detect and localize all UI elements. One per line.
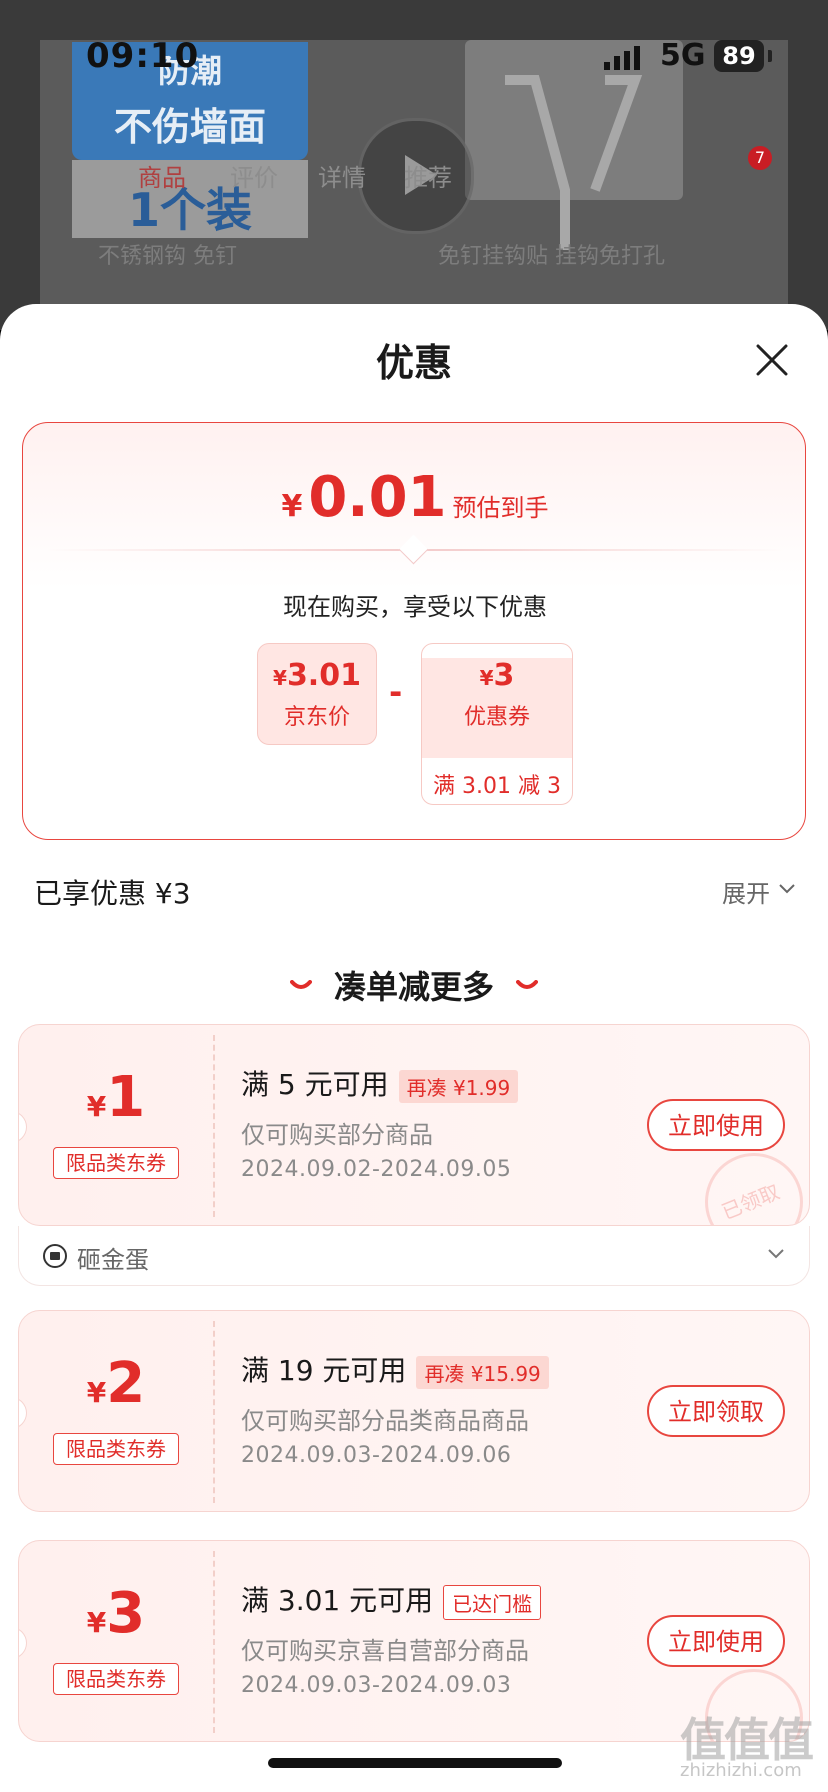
currency-symbol: ¥ <box>86 1090 107 1123</box>
coupon-date: 2024.09.03-2024.09.03 <box>241 1673 512 1698</box>
use-now-button[interactable]: 立即使用 <box>647 1099 785 1151</box>
cart-badge: 7 <box>748 146 772 170</box>
search-suggestions: 免钉挂钩贴 挂钩免打孔 <box>438 244 665 269</box>
coupon-discount-value: 3 <box>493 658 515 693</box>
currency-symbol: ¥ <box>273 666 287 690</box>
coupon-tag: 再凑 ¥1.99 <box>398 1069 519 1103</box>
chevron-down-icon[interactable] <box>778 882 796 896</box>
price-summary-card: ¥0.01 预估到手 现在购买，享受以下优惠 ¥3.01 京东价 - ¥3 优惠券… <box>22 422 806 840</box>
coupon-date: 2024.09.02-2024.09.05 <box>241 1157 512 1182</box>
coupon-condition-row: 满 19 元可用 再凑 ¥15.99 <box>241 1349 549 1389</box>
coupon-amount: ¥2 <box>19 1351 213 1416</box>
jd-price-box: ¥3.01 京东价 <box>257 643 377 745</box>
coupon-date: 2024.09.03-2024.09.06 <box>241 1443 512 1468</box>
expand-button[interactable]: 展开 <box>722 874 770 909</box>
network-type: 5G <box>660 38 706 73</box>
egg-icon <box>43 1244 67 1268</box>
currency-symbol: ¥ <box>479 666 494 690</box>
promo-line-2: 不伤墙面 <box>113 105 266 149</box>
tab-recommend[interactable]: 推荐 <box>404 158 452 193</box>
egg-label: 砸金蛋 <box>77 1246 149 1274</box>
decoration-icon <box>516 980 538 989</box>
coupon-scope: 仅可购买京喜自营部分商品 <box>241 1637 529 1665</box>
coupon-condition: 满 5 元可用 <box>241 1068 389 1101</box>
coupon-discount-condition: 满 3.01 减 3 <box>433 774 561 799</box>
estimated-price-note: 预估到手 <box>452 494 549 522</box>
coupon-card: ¥2 限品类东券 满 19 元可用 再凑 ¥15.99 仅可购买部分品类商品商品 … <box>18 1310 810 1512</box>
estimated-price-value: 0.01 <box>308 465 447 530</box>
search-text[interactable]: 不锈钢钩 免钉 <box>98 238 237 270</box>
currency-symbol: ¥ <box>86 1376 107 1409</box>
coupon-discount-label: 优惠券 <box>463 705 530 730</box>
chevron-down-icon[interactable] <box>767 1248 785 1260</box>
claimed-stamp: 已领取 <box>705 1153 803 1225</box>
section-title: 凑单减更多 <box>333 968 494 1006</box>
coupon-divider <box>213 1035 215 1217</box>
discount-sheet: 优惠 ¥0.01 预估到手 现在购买，享受以下优惠 ¥3.01 京东价 - ¥3 … <box>0 304 828 1792</box>
jd-price-label: 京东价 <box>283 705 350 730</box>
coupon-type-badge: 限品类东券 <box>53 1663 179 1695</box>
coupon-type-badge: 限品类东券 <box>53 1147 179 1179</box>
coupon-tag: 再凑 ¥15.99 <box>416 1355 549 1389</box>
claim-now-button[interactable]: 立即领取 <box>647 1385 785 1437</box>
watermark-url: zhizhizhi.com <box>680 1760 802 1781</box>
coupon-condition-row: 满 3.01 元可用 已达门槛 <box>241 1579 542 1620</box>
hook-image <box>465 40 683 250</box>
tab-details[interactable]: 详情 <box>318 158 366 193</box>
use-now-button[interactable]: 立即使用 <box>647 1615 785 1667</box>
tab-product[interactable]: 商品 <box>138 158 186 193</box>
home-indicator[interactable] <box>268 1758 562 1768</box>
minus-sign: - <box>389 673 403 711</box>
coupon-card: ¥1 限品类东券 满 5 元可用 再凑 ¥1.99 仅可购买部分商品 2024.0… <box>18 1024 810 1226</box>
coupon-amount: ¥3 <box>19 1581 213 1646</box>
coupon-condition-row: 满 5 元可用 再凑 ¥1.99 <box>241 1063 519 1103</box>
coupon-amount-value: 3 <box>106 1581 146 1646</box>
coupon-scope: 仅可购买部分品类商品商品 <box>241 1407 529 1435</box>
currency-symbol: ¥ <box>281 489 303 524</box>
coupon-tag: 已达门槛 <box>443 1584 542 1620</box>
coupon-condition: 满 3.01 元可用 <box>241 1584 434 1617</box>
currency-symbol: ¥ <box>86 1606 107 1639</box>
coupon-amount-value: 1 <box>106 1065 146 1130</box>
coupon-amount: ¥1 <box>19 1065 213 1130</box>
signal-icon <box>604 46 640 70</box>
coupon-scope: 仅可购买部分商品 <box>241 1121 433 1149</box>
egg-activity-row[interactable]: 砸金蛋 <box>18 1226 810 1286</box>
estimated-price: ¥0.01 预估到手 <box>23 465 807 530</box>
summary-subtitle: 现在购买，享受以下优惠 <box>283 593 547 621</box>
coupon-divider <box>213 1321 215 1503</box>
claimed-stamp-text: 已领取 <box>718 1179 783 1225</box>
status-time: 09:10 <box>86 36 200 76</box>
sheet-title: 优惠 <box>375 341 452 385</box>
coupon-amount-value: 2 <box>106 1351 146 1416</box>
divider-notch <box>398 534 429 565</box>
enjoyed-discount: 已享优惠 ¥3 <box>34 877 191 910</box>
jd-price-value: 3.01 <box>286 658 361 693</box>
coupon-discount-box: ¥3 优惠券 满 3.01 减 3 <box>421 643 573 805</box>
coupon-condition: 满 19 元可用 <box>241 1354 407 1387</box>
battery-level: 89 <box>714 40 764 72</box>
close-icon[interactable] <box>752 340 792 380</box>
coupon-type-badge: 限品类东券 <box>53 1433 179 1465</box>
coupon-divider <box>213 1551 215 1733</box>
battery-icon <box>768 50 772 62</box>
tab-reviews[interactable]: 评价 <box>230 158 278 193</box>
